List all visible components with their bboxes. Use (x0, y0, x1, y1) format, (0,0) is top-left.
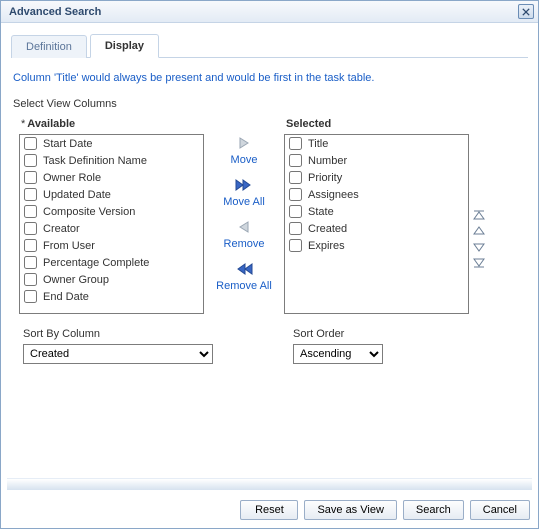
move-top-button[interactable] (472, 209, 486, 221)
list-item[interactable]: Task Definition Name (20, 152, 203, 169)
tab-bar: Definition Display (1, 23, 538, 58)
list-item[interactable]: Owner Role (20, 169, 203, 186)
search-button[interactable]: Search (403, 500, 464, 520)
separator-bar (7, 478, 532, 490)
list-item-label: Creator (43, 223, 80, 235)
list-item-label: Updated Date (43, 189, 111, 201)
list-item-label: Created (308, 223, 347, 235)
list-item-checkbox[interactable] (24, 273, 37, 286)
list-item-label: Number (308, 155, 347, 167)
close-button[interactable] (518, 4, 534, 19)
list-item-checkbox[interactable] (24, 137, 37, 150)
list-item-label: Composite Version (43, 206, 135, 218)
save-as-view-button[interactable]: Save as View (304, 500, 396, 520)
list-item[interactable]: Priority (285, 169, 468, 186)
sort-by-label: Sort By Column (23, 328, 213, 344)
list-item-label: Task Definition Name (43, 155, 147, 167)
list-item[interactable]: End Date (20, 288, 203, 305)
move-all-icon[interactable] (234, 176, 254, 194)
move-button[interactable]: Move (231, 154, 258, 166)
list-item-label: State (308, 206, 334, 218)
list-item[interactable]: Creator (20, 220, 203, 237)
move-all-button[interactable]: Move All (223, 196, 265, 208)
columns-row: *Available Start Date Task Definition Nam… (1, 114, 538, 314)
list-item[interactable]: Expires (285, 237, 468, 254)
list-item[interactable]: Assignees (285, 186, 468, 203)
list-item-checkbox[interactable] (289, 188, 302, 201)
tab-display[interactable]: Display (90, 34, 159, 58)
list-item-label: Priority (308, 172, 342, 184)
list-item[interactable]: Created (285, 220, 468, 237)
list-item-label: Title (308, 138, 328, 150)
mover-column: Move Move All Remove Remove All (204, 114, 284, 314)
titlebar: Advanced Search (1, 1, 538, 23)
sort-by-block: Sort By Column Created (23, 328, 213, 364)
tab-definition[interactable]: Definition (11, 35, 87, 58)
list-item-label: From User (43, 240, 95, 252)
list-item-checkbox[interactable] (24, 188, 37, 201)
list-item-label: Percentage Complete (43, 257, 149, 269)
available-block: *Available Start Date Task Definition Nam… (19, 114, 204, 314)
move-icon[interactable] (236, 134, 252, 152)
reorder-column (469, 114, 489, 314)
list-item-checkbox[interactable] (289, 154, 302, 167)
sort-order-select[interactable]: Ascending (293, 344, 383, 364)
list-item-label: Owner Role (43, 172, 101, 184)
list-item[interactable]: Composite Version (20, 203, 203, 220)
list-item-checkbox[interactable] (24, 205, 37, 218)
reset-button[interactable]: Reset (240, 500, 298, 520)
list-item-checkbox[interactable] (289, 239, 302, 252)
move-bottom-button[interactable] (472, 257, 486, 269)
list-item[interactable]: Owner Group (20, 271, 203, 288)
sort-order-block: Sort Order Ascending (293, 328, 383, 364)
list-item-checkbox[interactable] (24, 256, 37, 269)
list-item-label: End Date (43, 291, 89, 303)
list-item[interactable]: From User (20, 237, 203, 254)
selected-header: Selected (284, 114, 469, 134)
list-item-checkbox[interactable] (24, 239, 37, 252)
move-up-button[interactable] (472, 225, 486, 237)
dialog-title: Advanced Search (9, 6, 101, 18)
list-item[interactable]: Title (285, 135, 468, 152)
list-item-label: Start Date (43, 138, 93, 150)
sort-row: Sort By Column Created Sort Order Ascend… (1, 314, 538, 364)
list-item[interactable]: Number (285, 152, 468, 169)
list-item[interactable]: Start Date (20, 135, 203, 152)
list-item-checkbox[interactable] (289, 137, 302, 150)
remove-all-icon[interactable] (234, 260, 254, 278)
section-label: Select View Columns (1, 92, 538, 114)
list-item-checkbox[interactable] (24, 290, 37, 303)
list-item-label: Owner Group (43, 274, 109, 286)
list-item[interactable]: Updated Date (20, 186, 203, 203)
close-icon (522, 8, 530, 16)
sort-by-select[interactable]: Created (23, 344, 213, 364)
remove-icon[interactable] (236, 218, 252, 236)
remove-all-button[interactable]: Remove All (216, 280, 272, 292)
move-down-button[interactable] (472, 241, 486, 253)
list-item-checkbox[interactable] (24, 222, 37, 235)
list-item-checkbox[interactable] (24, 154, 37, 167)
list-item[interactable]: State (285, 203, 468, 220)
list-item-label: Assignees (308, 189, 359, 201)
list-item-checkbox[interactable] (24, 171, 37, 184)
info-text: Column 'Title' would always be present a… (1, 58, 538, 92)
available-header: *Available (19, 114, 204, 134)
advanced-search-dialog: Advanced Search Definition Display Colum… (0, 0, 539, 529)
list-item-label: Expires (308, 240, 345, 252)
selected-block: Selected Title Number Priority Assignees Sta… (284, 114, 469, 314)
list-item-checkbox[interactable] (289, 205, 302, 218)
cancel-button[interactable]: Cancel (470, 500, 530, 520)
button-row: Reset Save as View Search Cancel (1, 490, 538, 528)
selected-listbox[interactable]: Title Number Priority Assignees State Created… (284, 134, 469, 314)
list-item[interactable]: Percentage Complete (20, 254, 203, 271)
available-listbox[interactable]: Start Date Task Definition Name Owner Role… (19, 134, 204, 314)
remove-button[interactable]: Remove (224, 238, 265, 250)
list-item-checkbox[interactable] (289, 171, 302, 184)
sort-order-label: Sort Order (293, 328, 383, 344)
list-item-checkbox[interactable] (289, 222, 302, 235)
